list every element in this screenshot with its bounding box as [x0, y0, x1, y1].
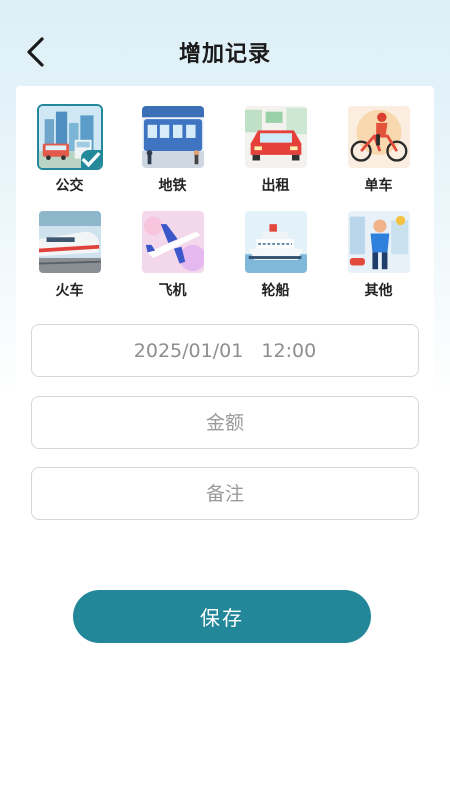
note-input[interactable] — [32, 468, 418, 519]
save-button[interactable]: 保存 — [73, 590, 371, 643]
bike-thumbnail — [346, 104, 412, 170]
taxi-thumbnail — [243, 104, 309, 170]
datetime-value: 2025/01/01 12:00 — [133, 339, 317, 362]
ship-thumbnail — [243, 209, 309, 275]
walking-person-icon — [347, 211, 410, 273]
transport-type-label: 火车 — [55, 283, 84, 299]
selected-check-icon — [80, 150, 101, 168]
transport-type-label: 其他 — [364, 283, 393, 299]
note-field[interactable] — [31, 467, 419, 520]
datetime-field[interactable]: 2025/01/01 12:00 — [31, 324, 419, 377]
transport-type-label: 单车 — [364, 178, 393, 194]
transport-type-subway[interactable]: 地铁 — [121, 104, 224, 195]
transport-type-label: 公交 — [55, 178, 84, 194]
transport-type-label: 地铁 — [158, 178, 187, 194]
transport-type-other[interactable]: 其他 — [327, 209, 430, 300]
transport-type-label: 飞机 — [158, 283, 187, 299]
other-thumbnail — [346, 209, 412, 275]
bus-thumbnail — [36, 104, 103, 170]
plane-thumbnail — [140, 209, 206, 275]
transport-type-plane[interactable]: 飞机 — [121, 209, 224, 300]
transport-type-label: 轮船 — [261, 283, 290, 299]
subway-icon — [141, 106, 204, 168]
transport-type-train[interactable]: 火车 — [18, 209, 121, 300]
transport-type-bus[interactable]: 公交 — [18, 104, 121, 195]
transport-type-ship[interactable]: 轮船 — [224, 209, 327, 300]
taxi-icon — [244, 106, 307, 168]
amount-input[interactable] — [32, 397, 418, 448]
bicycle-icon — [347, 106, 410, 168]
airplane-icon — [141, 211, 204, 273]
transport-type-bike[interactable]: 单车 — [327, 104, 430, 195]
ship-icon — [244, 211, 307, 273]
transport-type-label: 出租 — [261, 178, 290, 194]
subway-thumbnail — [140, 104, 206, 170]
train-thumbnail — [37, 209, 103, 275]
transport-type-taxi[interactable]: 出租 — [224, 104, 327, 195]
transport-type-grid: 公交 地铁 出租 单车 火车 飞机 轮船 其他 — [18, 104, 432, 300]
train-icon — [38, 211, 101, 273]
page-title: 增加记录 — [178, 42, 271, 67]
amount-field[interactable] — [31, 396, 419, 449]
